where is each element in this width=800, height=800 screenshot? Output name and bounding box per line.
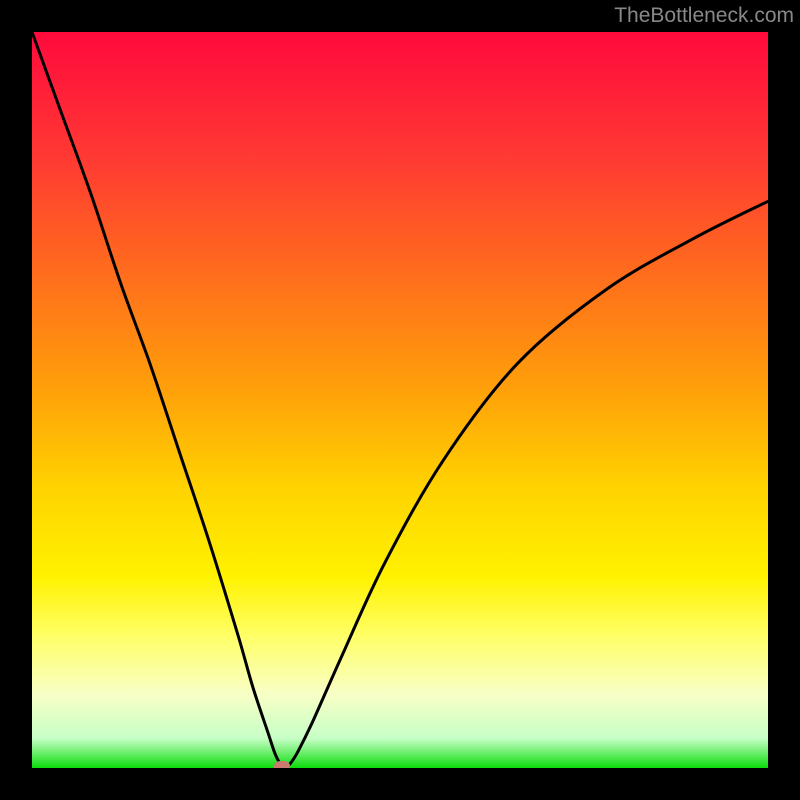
optimum-marker	[274, 761, 290, 768]
chart-plot-area	[32, 32, 768, 768]
watermark-text: TheBottleneck.com	[614, 4, 794, 28]
bottleneck-curve	[32, 32, 768, 768]
